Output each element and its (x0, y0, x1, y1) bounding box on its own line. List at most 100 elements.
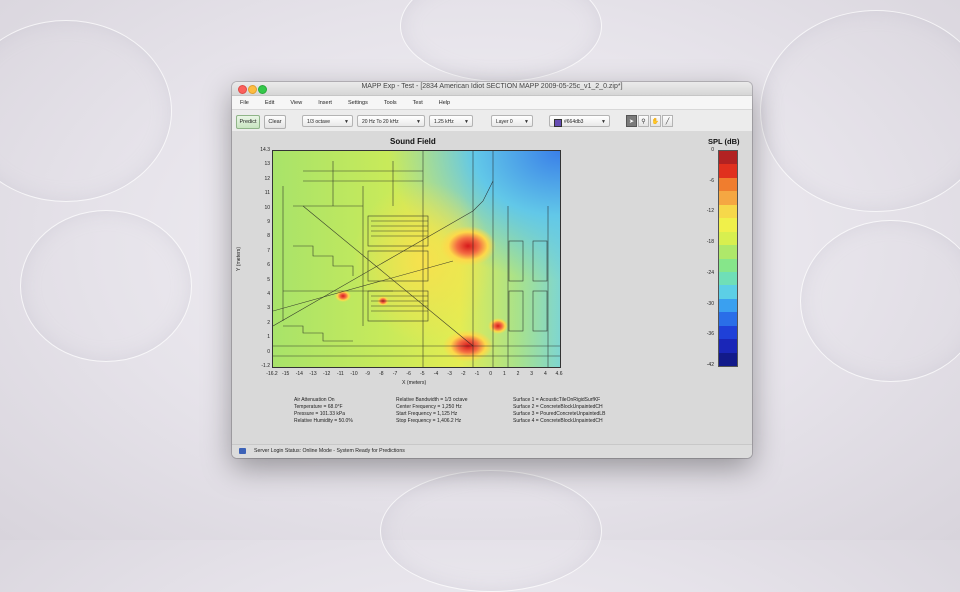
info-line: Pressure = 101.33 kPa (294, 411, 346, 417)
sound-field-plot[interactable] (272, 150, 561, 368)
frequency-select[interactable]: 1.25 kHz ▼ (429, 115, 473, 127)
atmosphere-info: Air Attenuation On Temperature = 68.0°F … (294, 397, 353, 425)
y-tick-label: 11 (264, 190, 270, 197)
select-arrow-icon[interactable]: ➤ (626, 115, 637, 127)
x-tick-label: 4.6 (555, 371, 563, 377)
x-tick-label: -10 (350, 371, 358, 377)
y-tick-label: 6 (267, 262, 270, 269)
background-ring (400, 0, 602, 82)
menu-file[interactable]: File (240, 100, 249, 106)
chevron-down-icon: ▼ (524, 119, 529, 125)
colorbar-segment (719, 151, 737, 165)
menu-settings[interactable]: Settings (348, 100, 368, 106)
x-tick-label: -3 (447, 371, 452, 377)
y-tick-label: 9 (267, 219, 270, 225)
info-line: Start Frequency = 1,125 Hz (396, 411, 458, 417)
color-select-value: #664db3 (564, 119, 584, 125)
info-line: Surface 3 = PouredConcreteUnpaintedLB (513, 411, 606, 417)
colorbar-segment (719, 231, 737, 246)
y-tick-label: -1.2 (261, 363, 270, 369)
frequency-range-select[interactable]: 20 Hz To 20 kHz ▼ (357, 115, 425, 127)
sound-field-heatmap (273, 151, 560, 367)
color-select[interactable]: #664db3 ▼ (549, 115, 610, 127)
info-line: Stop Frequency = 1,406.2 Hz (396, 418, 462, 424)
colorbar-label: -18 (706, 239, 714, 246)
chevron-down-icon: ▼ (416, 119, 421, 125)
colorbar-title: SPL (dB) (708, 137, 740, 146)
menu-bar: File Edit View Insert Settings Tools Tes… (232, 96, 752, 110)
layer-select-value: Layer 0 (496, 119, 513, 125)
colorbar-segment (719, 258, 737, 272)
menu-insert[interactable]: Insert (318, 100, 332, 106)
background-ring (380, 470, 602, 592)
info-line: Center Frequency = 1,250 Hz (396, 404, 462, 410)
colorbar-segment (719, 312, 737, 326)
info-line: Surface 2 = ConcreteBlockUnpaintedCH (513, 404, 603, 410)
colorbar-label: -12 (706, 208, 714, 215)
menu-help[interactable]: Help (439, 100, 450, 106)
status-text: Server Login Status: Online Mode - Syste… (254, 448, 405, 454)
menu-view[interactable]: View (290, 100, 302, 106)
plot-title: Sound Field (390, 137, 436, 146)
predict-button[interactable]: Predict (236, 115, 260, 129)
x-tick-label: 3 (530, 371, 534, 377)
zoom-icon[interactable]: ⚲ (638, 115, 649, 127)
y-tick-label: 12 (264, 175, 270, 182)
measure-line-icon[interactable]: ╱ (662, 115, 673, 127)
x-tick-label: -6 (406, 371, 411, 377)
x-tick-label: -15 (282, 371, 290, 377)
info-line: Air Attenuation On (294, 397, 335, 403)
x-tick-label: -1 (474, 371, 480, 377)
y-tick-label: 8 (267, 233, 270, 240)
info-line: Surface 4 = ConcreteBlockUnpaintedCH (513, 418, 603, 424)
colorbar-label: -42 (706, 362, 714, 368)
colorbar-segment (719, 204, 737, 219)
x-tick-label: -14 (295, 371, 303, 377)
colorbar-segment (719, 298, 737, 313)
chevron-down-icon: ▼ (464, 119, 469, 125)
info-line: Surface 1 = AcousticTileOnRigidSurfKF (513, 397, 601, 403)
menu-test[interactable]: Test (413, 100, 423, 106)
menu-edit[interactable]: Edit (265, 100, 274, 106)
menu-tools[interactable]: Tools (384, 100, 397, 106)
chevron-down-icon: ▼ (344, 119, 349, 125)
x-axis-label: X (meters) (402, 380, 427, 386)
x-tick-label: 2 (516, 371, 520, 377)
y-tick-label: 7 (267, 247, 270, 254)
x-tick-label: 1 (502, 371, 506, 377)
colorbar-segment (719, 245, 737, 259)
x-tick-label: -8 (379, 371, 384, 377)
colorbar-label: -24 (706, 269, 714, 276)
frequency-select-value: 1.25 kHz (434, 119, 454, 125)
x-tick-label: -13 (309, 371, 317, 377)
x-tick-label: -12 (323, 371, 331, 377)
server-status-icon (239, 448, 246, 454)
window-title: MAPP Exp - Test - [2834 American Idiot S… (361, 83, 623, 90)
colorbar-segment (719, 352, 737, 366)
colorbar-segment (719, 164, 737, 178)
frequency-range-value: 20 Hz To 20 kHz (362, 119, 399, 125)
background-ring (760, 10, 960, 212)
title-bar: MAPP Exp - Test - [2834 American Idiot S… (232, 82, 752, 96)
pan-hand-icon[interactable]: ✋ (650, 115, 661, 127)
y-tick-label: 0 (267, 348, 270, 355)
surface-info: Surface 1 = AcousticTileOnRigidSurfKF Su… (513, 397, 605, 425)
colorbar-segment (719, 339, 737, 353)
x-tick-label: 4 (543, 371, 547, 377)
chevron-down-icon: ▼ (601, 119, 606, 125)
bandwidth-select[interactable]: 1/3 octave ▼ (302, 115, 353, 127)
background-ring (800, 220, 960, 382)
clear-button[interactable]: Clear (264, 115, 286, 129)
spl-colorbar (718, 150, 738, 367)
colorbar-segment (719, 285, 737, 299)
bandwidth-select-value: 1/3 octave (307, 119, 331, 125)
x-tick-label: -5 (420, 371, 425, 377)
y-tick-label: 5 (267, 276, 270, 283)
x-tick-label: -4 (433, 371, 439, 377)
background-ring (20, 210, 192, 362)
colorbar-segment (719, 191, 737, 205)
y-axis-label: Y (meters) (236, 246, 243, 272)
x-tick-label: -7 (392, 371, 398, 377)
info-line: Relative Bandwidth = 1/3 octave (396, 397, 468, 403)
layer-select[interactable]: Layer 0 ▼ (491, 115, 533, 127)
